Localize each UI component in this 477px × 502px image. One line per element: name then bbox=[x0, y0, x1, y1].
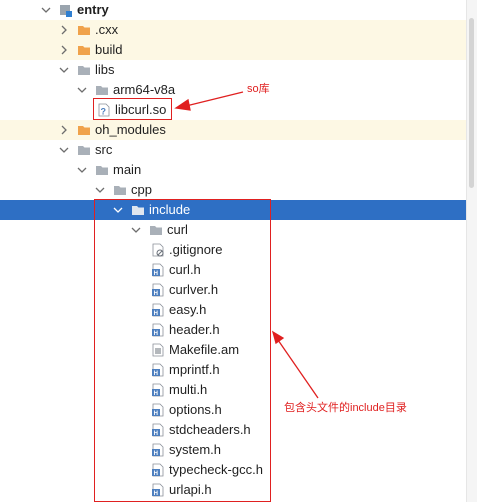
folder-icon bbox=[95, 160, 109, 180]
tree-item-cpp[interactable]: cpp bbox=[0, 180, 466, 200]
so-library-annotation: so库 bbox=[247, 83, 270, 95]
chevron-right-icon[interactable] bbox=[59, 120, 69, 140]
tree-item-label: main bbox=[113, 162, 142, 177]
include-highlight-box bbox=[94, 199, 271, 502]
chevron-down-icon[interactable] bbox=[41, 0, 51, 20]
chevron-down-icon[interactable] bbox=[59, 60, 69, 80]
tree-item-libs[interactable]: libs bbox=[0, 60, 466, 80]
chevron-right-icon[interactable] bbox=[59, 20, 69, 40]
folder-icon bbox=[77, 20, 91, 40]
libcurl-highlight-box bbox=[93, 98, 172, 120]
chevron-down-icon[interactable] bbox=[77, 80, 87, 100]
tree-item-main[interactable]: main bbox=[0, 160, 466, 180]
tree-item-cxx[interactable]: .cxx bbox=[0, 20, 466, 40]
chevron-down-icon[interactable] bbox=[95, 180, 105, 200]
folder-icon bbox=[77, 120, 91, 140]
tree-item-label: .cxx bbox=[95, 22, 119, 37]
tree-item-label: oh_modules bbox=[95, 122, 166, 137]
tree-item-label: entry bbox=[77, 2, 109, 17]
folder-icon bbox=[113, 180, 127, 200]
folder-icon bbox=[77, 60, 91, 80]
module-icon bbox=[59, 0, 73, 20]
tree-item-label: libs bbox=[95, 62, 115, 77]
tree-item-entry[interactable]: entry bbox=[0, 0, 466, 20]
chevron-down-icon[interactable] bbox=[77, 160, 87, 180]
scrollbar-thumb[interactable] bbox=[469, 18, 474, 188]
folder-icon bbox=[77, 140, 91, 160]
chevron-right-icon[interactable] bbox=[59, 40, 69, 60]
tree-item-build[interactable]: build bbox=[0, 40, 466, 60]
tree-item-label: src bbox=[95, 142, 113, 157]
tree-item-libcurl-so[interactable]: ? libcurl.so bbox=[0, 100, 466, 120]
tree-item-label: arm64-v8a bbox=[113, 82, 176, 97]
chevron-down-icon[interactable] bbox=[59, 140, 69, 160]
tree-item-label: cpp bbox=[131, 182, 152, 197]
include-dir-annotation: 包含头文件的include目录 bbox=[284, 402, 407, 414]
folder-icon bbox=[77, 40, 91, 60]
tree-item-oh-modules[interactable]: oh_modules bbox=[0, 120, 466, 140]
tree-item-src[interactable]: src bbox=[0, 140, 466, 160]
folder-icon bbox=[95, 80, 109, 100]
tree-item-label: build bbox=[95, 42, 123, 57]
tree-item-arm64-v8a[interactable]: arm64-v8a bbox=[0, 80, 466, 100]
